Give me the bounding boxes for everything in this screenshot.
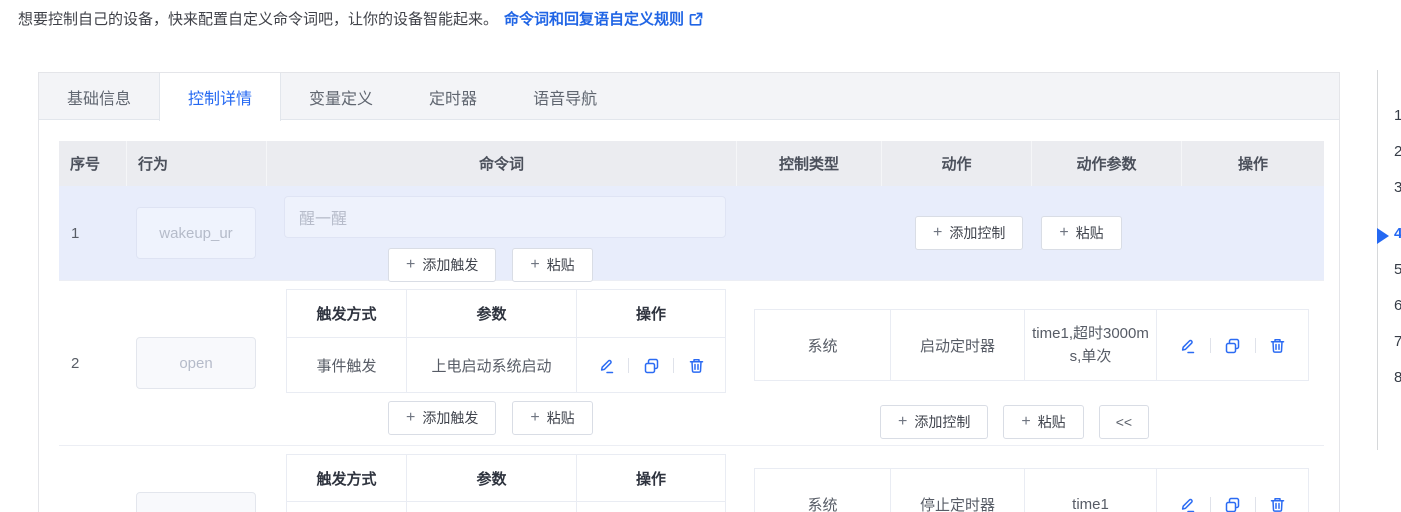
anchor-item-2[interactable]: 2	[1394, 143, 1401, 160]
icon-divider	[1209, 337, 1211, 353]
copy-icon[interactable]	[1224, 336, 1242, 354]
rules-link[interactable]: 命令词和回复语自定义规则	[504, 8, 703, 29]
delete-icon[interactable]	[687, 356, 705, 374]
anchor-item-7[interactable]: 7	[1394, 333, 1401, 350]
trigger-header-params: 参数	[406, 455, 576, 501]
edit-icon[interactable]	[1179, 495, 1197, 512]
tab-bar: 基础信息 控制详情 变量定义 定时器 语音导航	[39, 73, 1339, 121]
plus-icon: +	[933, 224, 943, 241]
collapse-icon: <<	[1115, 414, 1133, 430]
plus-icon: +	[530, 256, 540, 273]
row2-control-box: 系统 启动定时器 time1,超时3000ms,单次	[754, 309, 1309, 381]
col-header-behavior: 行为	[126, 141, 266, 186]
row1-add-control-button[interactable]: + 添加控制	[915, 216, 1024, 250]
row2-collapse-button[interactable]: <<	[1098, 405, 1150, 439]
copy-icon[interactable]	[1224, 495, 1242, 512]
row2-control-action: 启动定时器	[890, 310, 1024, 380]
row1-index: 1	[71, 224, 80, 242]
table-row-3: 触发方式 参数 操作 系统 停止定时器 time1	[59, 446, 1324, 512]
row1-add-trigger-button[interactable]: + 添加触发	[388, 248, 497, 282]
tab-voice-navigation[interactable]: 语音导航	[505, 73, 625, 121]
plus-icon: +	[1059, 224, 1069, 241]
row3-control-params: time1	[1024, 469, 1156, 512]
icon-divider	[1254, 337, 1256, 353]
plus-icon: +	[406, 409, 416, 426]
row2-trigger-table: 触发方式 参数 操作 事件触发 上电启动系统启动	[286, 289, 726, 393]
icon-divider	[628, 357, 629, 373]
edit-icon[interactable]	[597, 356, 615, 374]
intro-bar: 想要控制自己的设备，快来配置自定义命令词吧，让你的设备智能起来。 命令词和回复语…	[18, 8, 1118, 29]
row2-index: 2	[71, 354, 80, 372]
row2-paste-trigger-button[interactable]: + 粘贴	[512, 401, 593, 435]
anchor-item-6[interactable]: 6	[1394, 297, 1401, 314]
copy-icon[interactable]	[642, 356, 660, 374]
trigger-header-operation: 操作	[576, 290, 725, 337]
anchor-nav-divider	[1377, 70, 1378, 450]
row2-control-type: 系统	[807, 337, 838, 355]
icon-divider	[1254, 496, 1256, 512]
anchor-item-5[interactable]: 5	[1394, 261, 1401, 278]
anchor-item-3[interactable]: 3	[1394, 179, 1401, 196]
row2-control-params: time1,超时3000ms,单次	[1024, 310, 1156, 380]
anchor-item-1[interactable]: 1	[1394, 107, 1401, 124]
row2-add-trigger-button[interactable]: + 添加触发	[388, 401, 497, 435]
row3-trigger-table: 触发方式 参数 操作	[286, 454, 726, 512]
command-table: 序号 行为 命令词 控制类型 动作 动作参数 操作 1 wakeup_ur 醒一…	[59, 141, 1324, 512]
plus-icon: +	[406, 256, 416, 273]
config-panel: 基础信息 控制详情 变量定义 定时器 语音导航 序号 行为 命令词 控制类型 动…	[38, 72, 1340, 512]
col-header-command: 命令词	[266, 141, 736, 186]
row1-behavior-input[interactable]: wakeup_ur	[136, 207, 256, 259]
row3-control-action: 停止定时器	[890, 469, 1024, 512]
table-row-1: 1 wakeup_ur 醒一醒 + 添加触发 + 粘贴 + 添加控制 + 粘贴	[59, 186, 1324, 282]
delete-icon[interactable]	[1269, 336, 1287, 354]
col-header-control-type: 控制类型	[736, 141, 881, 186]
trigger-header-type: 触发方式	[316, 306, 377, 323]
row1-command-input[interactable]: 醒一醒	[284, 196, 726, 238]
row3-trigger-row	[287, 502, 725, 512]
row2-behavior-input[interactable]: open	[136, 337, 256, 389]
row3-control-box: 系统 停止定时器 time1	[754, 468, 1309, 512]
trigger-header-operation: 操作	[576, 455, 725, 501]
table-row-2: 2 open 触发方式 参数 操作 事件触发 上电启动系统启动 + 添加触发 +…	[59, 281, 1324, 446]
delete-icon[interactable]	[1269, 495, 1287, 512]
intro-text: 想要控制自己的设备，快来配置自定义命令词吧，让你的设备智能起来。	[18, 11, 499, 28]
tab-timer[interactable]: 定时器	[401, 73, 505, 121]
row3-behavior-input[interactable]	[136, 492, 256, 512]
row3-control-type: 系统	[807, 496, 838, 512]
plus-icon: +	[530, 409, 540, 426]
command-config-screen: 想要控制自己的设备，快来配置自定义命令词吧，让你的设备智能起来。 命令词和回复语…	[0, 0, 1401, 512]
trigger-header-type: 触发方式	[316, 470, 377, 488]
active-anchor-pointer-icon	[1377, 228, 1389, 244]
col-header-action-params: 动作参数	[1031, 141, 1181, 186]
icon-divider	[1209, 496, 1211, 512]
external-link-icon	[689, 11, 703, 26]
edit-icon[interactable]	[1179, 336, 1197, 354]
trigger-header-params: 参数	[406, 290, 576, 337]
anchor-item-8[interactable]: 8	[1394, 369, 1401, 386]
row1-paste-control-button[interactable]: + 粘贴	[1041, 216, 1122, 250]
table-header-row: 序号 行为 命令词 控制类型 动作 动作参数 操作	[59, 141, 1324, 186]
row2-trigger-type: 事件触发	[316, 357, 377, 375]
plus-icon: +	[1021, 413, 1031, 430]
icon-divider	[673, 357, 674, 373]
col-header-operation: 操作	[1181, 141, 1324, 186]
row2-trigger-row: 事件触发 上电启动系统启动	[287, 338, 725, 392]
row1-paste-trigger-button[interactable]: + 粘贴	[512, 248, 593, 282]
plus-icon: +	[898, 413, 908, 430]
col-header-action: 动作	[881, 141, 1031, 186]
row2-trigger-params: 上电启动系统启动	[406, 338, 576, 392]
tab-basic-info[interactable]: 基础信息	[39, 73, 159, 121]
row2-paste-control-button[interactable]: + 粘贴	[1003, 405, 1084, 439]
col-header-index: 序号	[70, 156, 101, 173]
tab-control-detail[interactable]: 控制详情	[159, 73, 282, 121]
tab-variable-definition[interactable]: 变量定义	[281, 73, 401, 121]
anchor-item-4[interactable]: 4	[1394, 225, 1401, 242]
rules-link-label: 命令词和回复语自定义规则	[504, 11, 685, 28]
row2-add-control-button[interactable]: + 添加控制	[880, 405, 989, 439]
row3-index	[59, 446, 126, 512]
